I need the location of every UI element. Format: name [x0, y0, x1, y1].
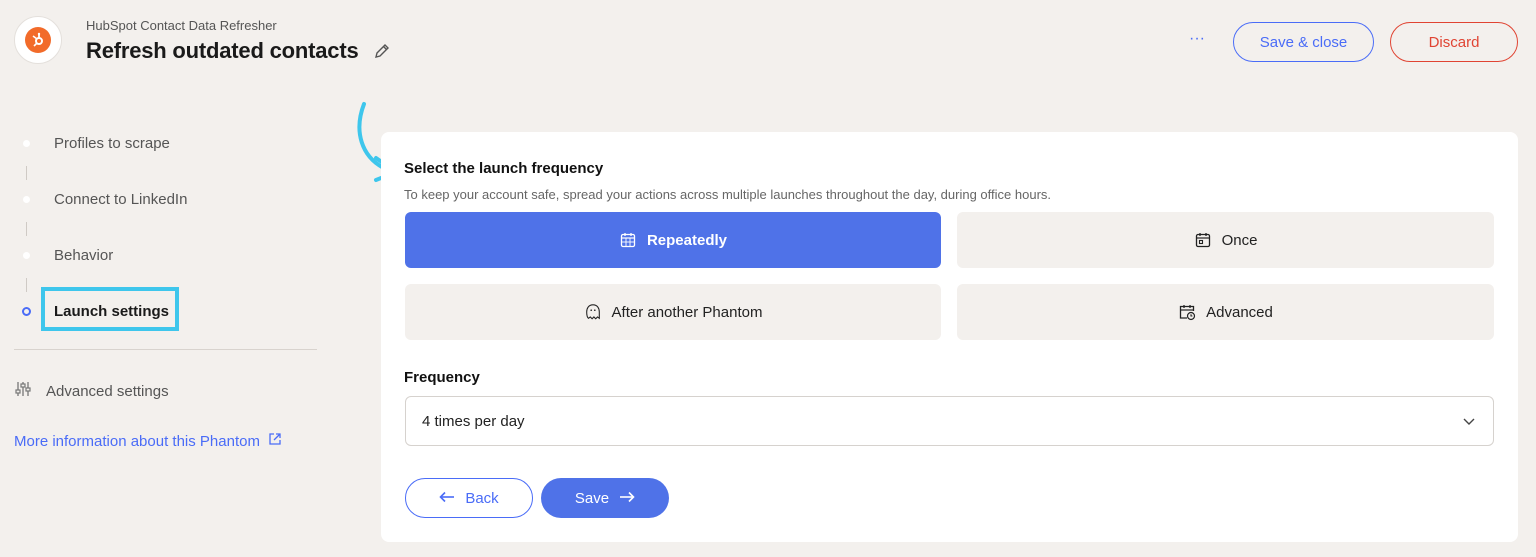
step-profiles-to-scrape[interactable]: Profiles to scrape	[14, 128, 318, 160]
more-info-label: More information about this Phantom	[14, 432, 260, 450]
step-dot-active	[22, 307, 31, 316]
advanced-settings-link[interactable]: Advanced settings	[14, 380, 169, 403]
step-label: Profiles to scrape	[54, 135, 170, 152]
save-label: Save	[574, 489, 610, 507]
steps-nav: Profiles to scrape Connect to LinkedIn B…	[14, 128, 318, 331]
frequency-label: Frequency	[404, 369, 480, 386]
option-label: After another Phantom	[611, 303, 763, 321]
option-once[interactable]: Once	[957, 212, 1494, 268]
section-description: To keep your account safe, spread your a…	[404, 187, 1052, 202]
ghost-icon	[584, 303, 602, 321]
more-options-button[interactable]: ···	[1182, 30, 1212, 52]
option-label: Once	[1221, 231, 1258, 249]
step-dot	[23, 140, 30, 147]
step-connector	[14, 160, 318, 184]
sidebar-divider	[14, 349, 317, 350]
back-label: Back	[465, 489, 499, 507]
option-repeatedly[interactable]: Repeatedly	[405, 212, 941, 268]
page: HubSpot Contact Data Refresher Refresh o…	[0, 0, 1536, 557]
step-connector	[14, 216, 318, 240]
app-name: HubSpot Contact Data Refresher	[86, 18, 277, 33]
page-title: Refresh outdated contacts	[86, 38, 359, 63]
save-button[interactable]: Save	[541, 478, 669, 518]
option-advanced[interactable]: Advanced	[957, 284, 1494, 340]
step-label: Connect to LinkedIn	[54, 191, 188, 208]
pencil-icon[interactable]	[373, 42, 391, 60]
calendar-clock-icon	[1178, 303, 1196, 321]
arrow-right-icon	[619, 490, 635, 507]
back-button[interactable]: Back	[405, 478, 533, 518]
title-row: Refresh outdated contacts	[86, 38, 391, 64]
calendar-icon	[1194, 231, 1212, 249]
discard-button[interactable]: Discard	[1390, 22, 1518, 62]
step-connect-to-linkedin[interactable]: Connect to LinkedIn	[14, 184, 318, 216]
arrow-left-icon	[439, 490, 455, 507]
save-close-button[interactable]: Save & close	[1233, 22, 1374, 62]
frequency-select[interactable]: 4 times per day	[405, 396, 1494, 446]
option-label: Advanced	[1206, 303, 1273, 321]
calendar-grid-icon	[619, 231, 637, 249]
hubspot-icon	[25, 27, 51, 53]
more-info-link[interactable]: More information about this Phantom	[14, 432, 282, 450]
chevron-down-icon	[1461, 413, 1477, 433]
option-label: Repeatedly	[646, 231, 728, 249]
advanced-settings-label: Advanced settings	[46, 383, 169, 400]
step-label: Behavior	[54, 247, 114, 264]
sliders-icon	[14, 380, 32, 403]
step-launch-settings[interactable]: Launch settings	[14, 287, 318, 331]
step-dot	[23, 252, 30, 259]
step-dot	[23, 196, 30, 203]
section-title: Select the launch frequency	[404, 160, 604, 177]
external-link-icon	[268, 432, 282, 450]
launch-settings-card: Select the launch frequency To keep your…	[381, 132, 1518, 542]
step-behavior[interactable]: Behavior	[14, 240, 318, 272]
option-after-another-phantom[interactable]: After another Phantom	[405, 284, 941, 340]
step-connector	[14, 272, 318, 296]
frequency-value: 4 times per day	[422, 412, 525, 430]
hubspot-logo	[14, 16, 62, 64]
step-label: Launch settings	[54, 303, 170, 320]
